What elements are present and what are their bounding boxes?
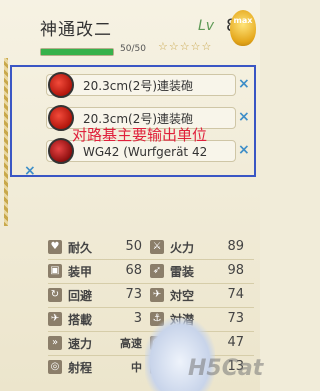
heart-icon: ♥	[48, 240, 62, 254]
remove-slot-1-icon[interactable]: ×	[238, 76, 250, 92]
stat-torpedo: ➶ 雷装 98	[150, 261, 250, 283]
equipment-slot-1[interactable]: 20.3cm(2号)連装砲	[46, 74, 236, 96]
stat-speed: » 速力 高速	[48, 333, 148, 355]
max-badge-icon: max	[230, 10, 256, 46]
stat-antiair: ✈ 対空 74	[150, 285, 250, 307]
stat-divider	[48, 307, 254, 308]
red-gun-icon	[48, 105, 74, 131]
plane-icon: ✈	[48, 312, 62, 326]
rocket-launcher-icon	[48, 138, 74, 164]
equipment-slot-label: 20.3cm(2号)連装砲	[83, 79, 194, 93]
gold-rail	[4, 58, 8, 226]
hp-bar-fill	[41, 49, 113, 55]
watermark-logo: H5Cat	[188, 356, 264, 381]
remove-slot-2-icon[interactable]: ×	[238, 109, 250, 125]
stat-firepower: ⚔ 火力 89	[150, 237, 250, 259]
remove-all-icon[interactable]: ×	[24, 163, 36, 179]
torpedo-icon: ➶	[150, 264, 164, 278]
stat-divider	[48, 283, 254, 284]
stat-hp: ♥ 耐久 50	[48, 237, 148, 259]
annotation-text: 对路基主要输出单位	[72, 126, 208, 144]
level-label: Lv	[198, 18, 215, 34]
stat-divider	[48, 259, 254, 260]
stat-range: ◎ 射程 中	[48, 357, 148, 379]
stat-evasion: ↻ 回避 73	[48, 285, 148, 307]
speed-icon: »	[48, 336, 62, 350]
ship-name: 神通改二	[40, 20, 112, 40]
stat-armor: ▣ 装甲 68	[48, 261, 148, 283]
red-gun-icon	[48, 72, 74, 98]
antiair-icon: ✈	[150, 288, 164, 302]
gun-icon: ⚔	[150, 240, 164, 254]
hp-bar	[40, 48, 114, 56]
range-icon: ◎	[48, 360, 62, 374]
stat-aircraft: ✈ 搭載 3	[48, 309, 148, 331]
armor-icon: ▣	[48, 264, 62, 278]
evasion-icon: ↻	[48, 288, 62, 302]
ship-card: 神通改二 Lv 83 max 50/50 ☆☆☆☆☆ 20.3cm(2号)連装砲…	[0, 0, 264, 391]
equipment-slot-label: WG42 (Wurfgerät 42	[83, 145, 208, 159]
rarity-stars: ☆☆☆☆☆	[158, 40, 213, 53]
remove-slot-3-icon[interactable]: ×	[238, 142, 250, 158]
hp-text: 50/50	[120, 44, 146, 54]
